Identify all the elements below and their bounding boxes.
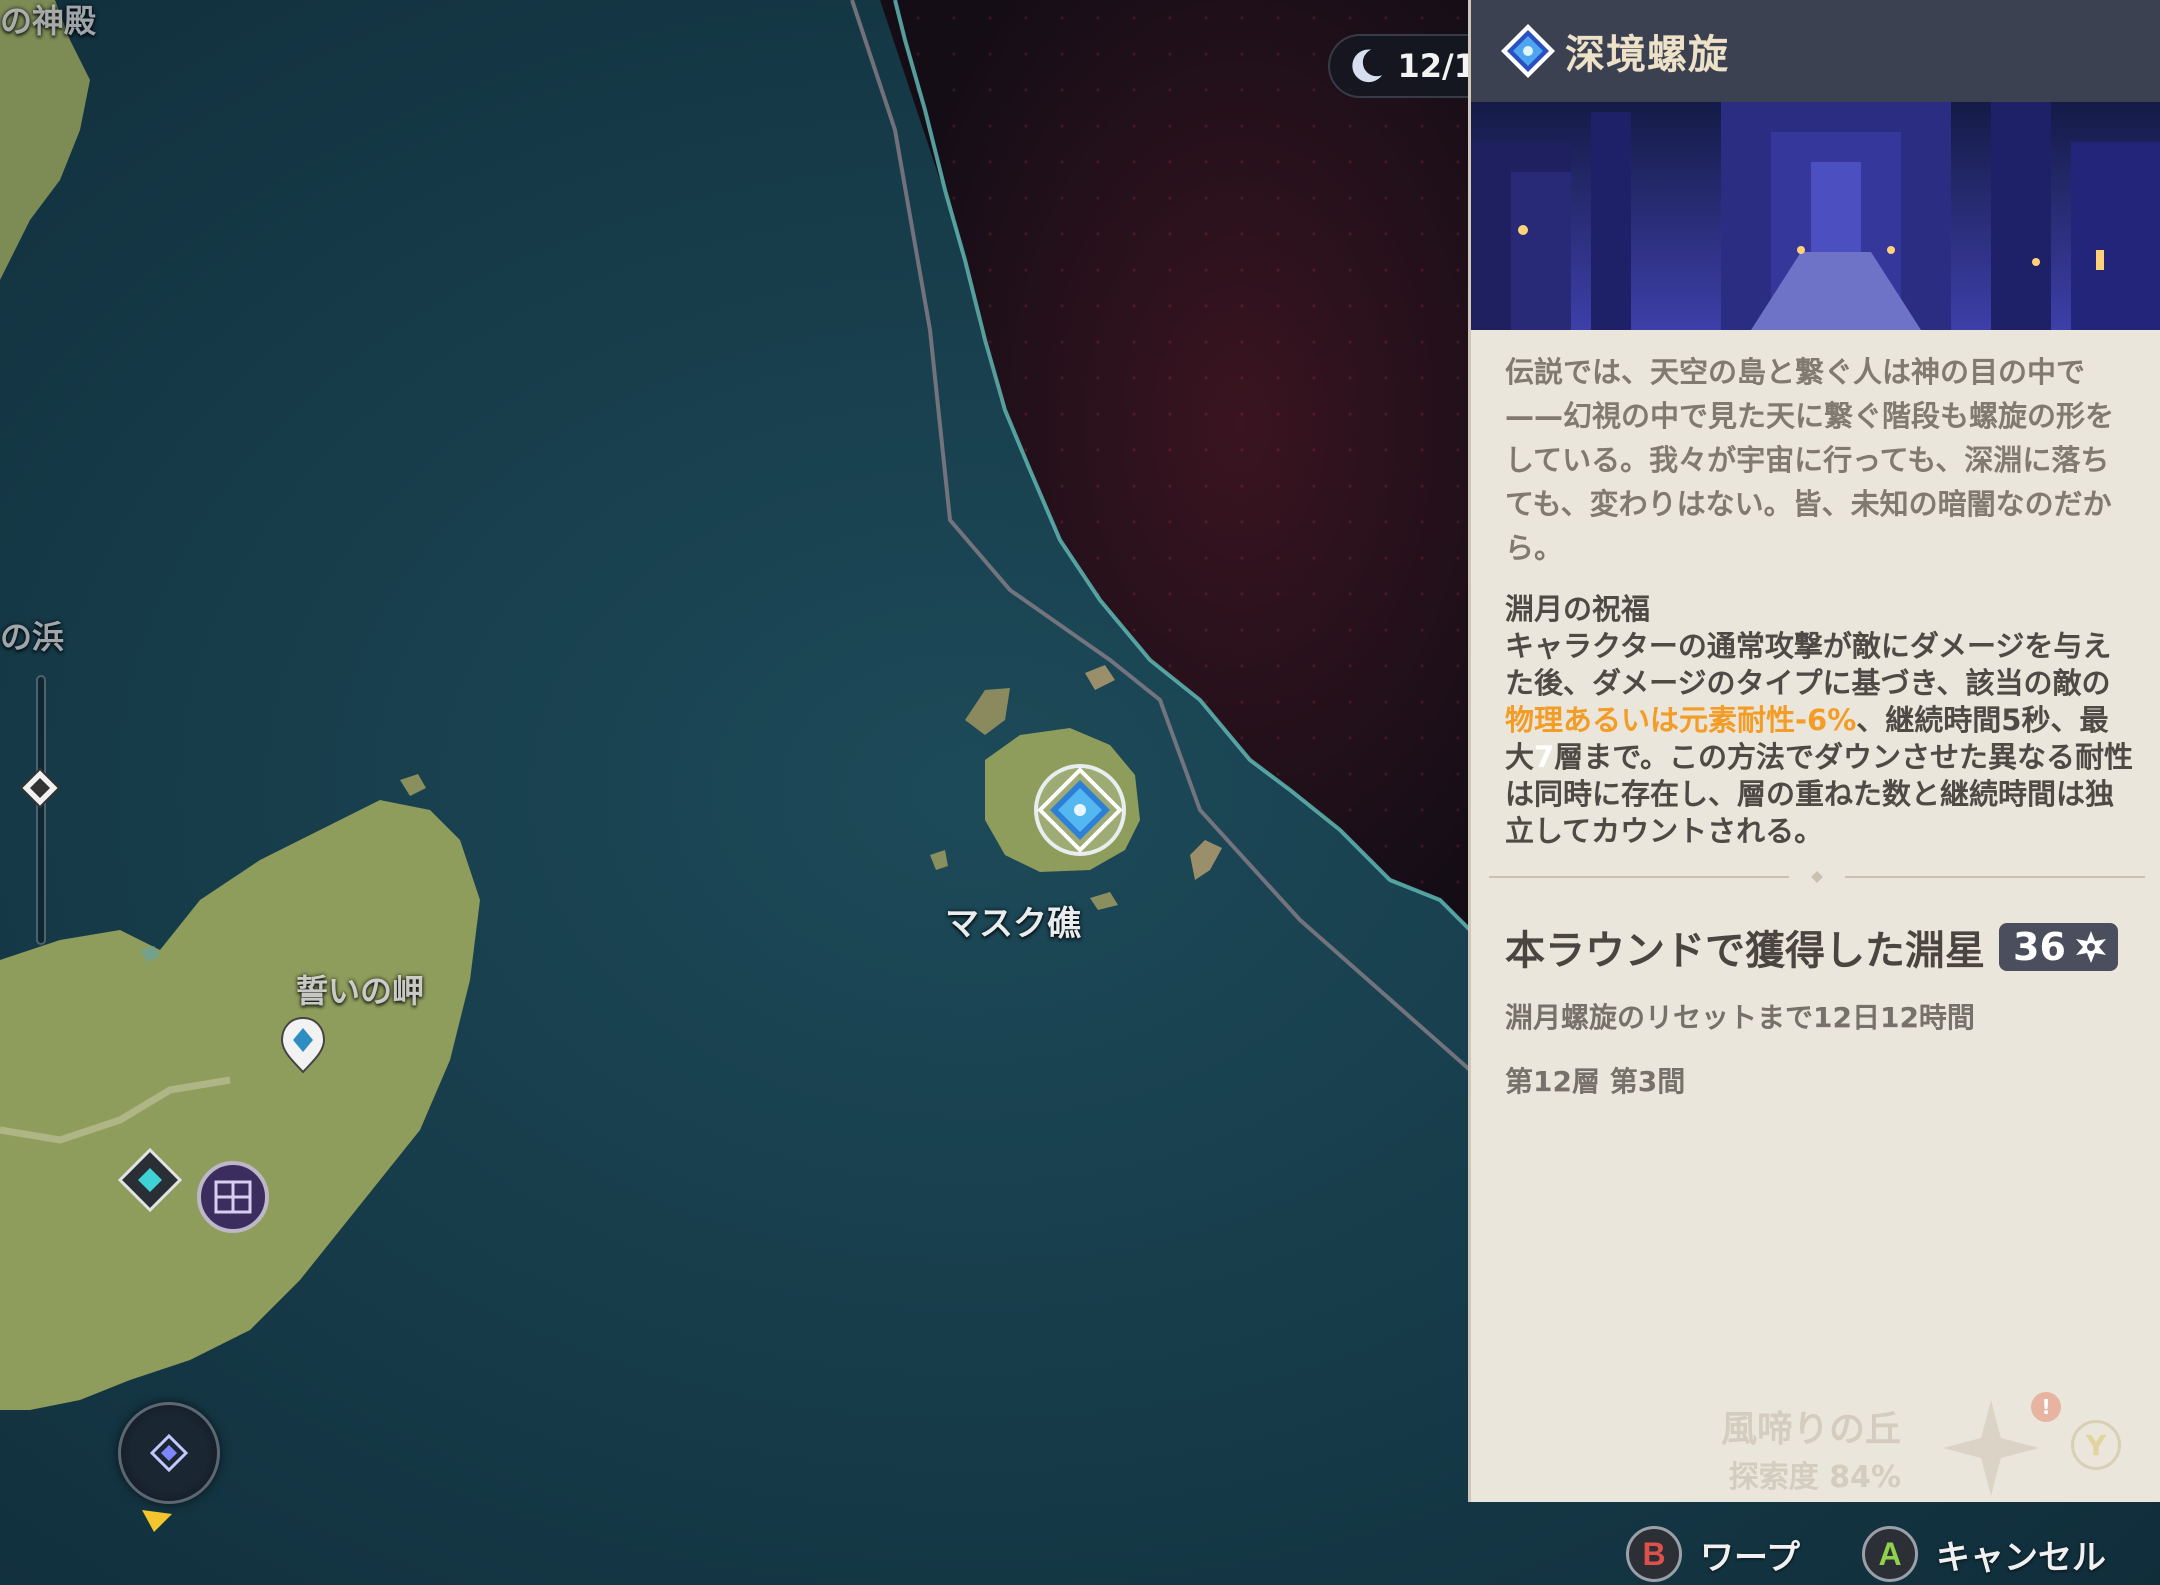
y-button-hint[interactable]: Y bbox=[2071, 1420, 2121, 1470]
blessing-text-1: キャラクターの通常攻撃が敵にダメージを与えた後、ダメージのタイプに基づき、該当の… bbox=[1505, 629, 2112, 700]
cancel-label: キャンセル bbox=[1936, 1537, 2106, 1578]
region-progress: 探索度 84% bbox=[1728, 1460, 1902, 1495]
b-key-icon: B bbox=[1626, 1526, 1682, 1582]
panel-header: 深境螺旋 bbox=[1471, 0, 2160, 102]
lore-text: 伝説では、天空の島と繋ぐ人は神の目の中で——幻視の中で見た天に繋ぐ階段も螺旋の形… bbox=[1505, 355, 2115, 565]
spiral-abyss-icon bbox=[1501, 24, 1555, 78]
warp-button[interactable]: B ワープ bbox=[1626, 1526, 1800, 1582]
region-exploration-watermark: 風啼りの丘 探索度 84% bbox=[1721, 1400, 1901, 1496]
blessing-highlight: 物理あるいは元素耐性-6% bbox=[1505, 703, 1857, 737]
cancel-button[interactable]: A キャンセル bbox=[1862, 1526, 2106, 1582]
a-key-icon: A bbox=[1862, 1526, 1918, 1582]
map-label-beach: の浜 bbox=[0, 618, 65, 656]
moon-icon bbox=[1352, 49, 1383, 83]
abyss-stars-label: 本ラウンドで獲得した淵星 bbox=[1505, 928, 1985, 974]
abyss-stars-row: 本ラウンドで獲得した淵星 36 bbox=[1505, 918, 2118, 976]
teleport-waypoint-icon[interactable] bbox=[118, 1148, 182, 1212]
compass-nav-button[interactable] bbox=[118, 1402, 220, 1504]
abyss-stars-count: 36 bbox=[2013, 925, 2066, 969]
spiral-abyss-map-icon[interactable] bbox=[1032, 762, 1128, 858]
panel-body: 伝説では、天空の島と繋ぐ人は神の目の中で——幻視の中で見た天に繋ぐ階段も螺旋の形… bbox=[1505, 350, 2135, 850]
domain-icon[interactable] bbox=[196, 1160, 270, 1234]
panel-divider bbox=[1489, 871, 2145, 883]
blessing-title: 淵月の祝福 bbox=[1505, 592, 1651, 626]
zoom-knob-icon[interactable] bbox=[18, 766, 62, 810]
statue-watermark-icon bbox=[1943, 1400, 2039, 1496]
map-label-mask-reef: マスク礁 bbox=[945, 904, 1081, 944]
reset-timer: 淵月螺旋のリセットまで12日12時間 bbox=[1505, 1001, 1975, 1034]
moon-date: 12/1 bbox=[1397, 47, 1476, 85]
panel-title: 深境螺旋 bbox=[1565, 32, 1729, 78]
spiral-abyss-panel: 深境螺旋 伝説では、天空の島と繋ぐ人は神の目の中で——幻視の中で見た天に繋ぐ階段… bbox=[1468, 0, 2160, 1502]
abyss-star-icon bbox=[2075, 931, 2106, 963]
map-label-oath-cape: 誓いの岬 bbox=[296, 972, 425, 1010]
spiral-abyss-hero-image bbox=[1471, 102, 2160, 330]
floor-progress: 第12層 第3間 bbox=[1505, 1065, 1686, 1098]
abyss-stars-badge: 36 bbox=[1999, 923, 2118, 971]
zoom-slider[interactable] bbox=[36, 675, 46, 945]
region-name: 風啼りの丘 bbox=[1721, 1409, 1902, 1450]
blessing-highlight-2: 7 bbox=[1534, 740, 1555, 774]
player-arrow-icon bbox=[142, 1510, 172, 1532]
blessing-text-3: 層まで。この方法でダウンさせた異なる耐性は同時に存在し、層の重ねた数と継続時間は… bbox=[1505, 740, 2134, 848]
alert-badge: ! bbox=[2031, 1392, 2061, 1422]
statue-icon[interactable] bbox=[280, 1016, 326, 1074]
blessing-description: キャラクターの通常攻撃が敵にダメージを与えた後、ダメージのタイプに基づき、該当の… bbox=[1505, 628, 2135, 850]
moon-cycle-indicator: 12/1 bbox=[1328, 34, 1478, 98]
warp-label: ワープ bbox=[1700, 1537, 1800, 1578]
map-label-temple: の神殿 bbox=[0, 2, 97, 40]
compass-nav-icon bbox=[149, 1433, 189, 1473]
hero-illustration bbox=[1471, 102, 2160, 330]
